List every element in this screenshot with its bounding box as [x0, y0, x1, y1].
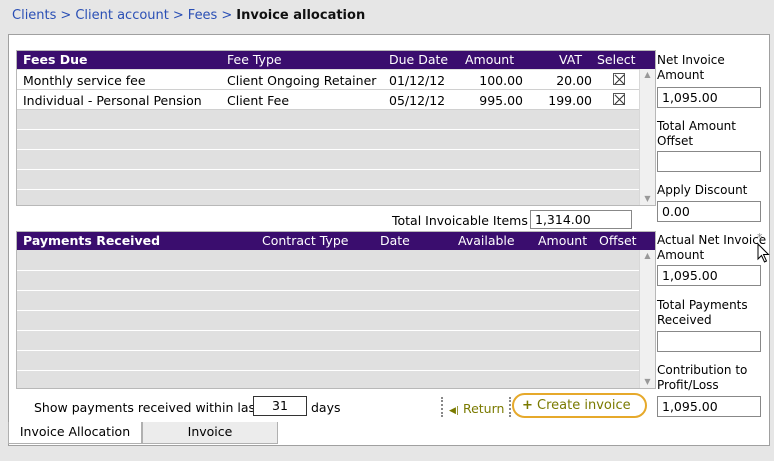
scroll-down-icon[interactable]: ▼: [640, 376, 655, 388]
empty-row: [17, 271, 639, 291]
scroll-up-icon[interactable]: ▲: [640, 69, 655, 81]
column-offset[interactable]: Offset: [599, 233, 637, 248]
column-vat[interactable]: VAT: [559, 52, 582, 67]
fee-type: Client Fee: [227, 93, 290, 108]
create-invoice-label: Create invoice: [537, 398, 631, 413]
column-due-date[interactable]: Due Date: [389, 52, 448, 67]
fee-vat: 20.00: [556, 73, 592, 88]
mouse-pointer-icon: [757, 243, 770, 263]
payments-received-title: Payments Received: [23, 233, 161, 248]
fees-due-title: Fees Due: [23, 52, 88, 67]
fee-row[interactable]: Monthly service fee Client Ongoing Retai…: [17, 70, 639, 90]
payments-filter-label: Show payments received within last: [34, 400, 260, 415]
fee-vat: 199.00: [548, 93, 592, 108]
empty-row: [17, 351, 639, 371]
column-amount[interactable]: Amount: [538, 233, 587, 248]
fee-select-checkbox[interactable]: [613, 73, 625, 85]
fee-type: Client Ongoing Retainer: [227, 73, 377, 88]
scroll-up-icon[interactable]: ▲: [640, 250, 655, 262]
total-amount-offset-field: [657, 151, 761, 172]
empty-row: [17, 311, 639, 331]
fee-amount: 100.00: [479, 73, 523, 88]
tab-invoice-allocation[interactable]: Invoice Allocation: [8, 422, 142, 444]
actual-net-invoice-amount-label: Actual Net Invoice Amount: [657, 233, 767, 262]
breadcrumb-client-account-link[interactable]: Client account: [75, 8, 169, 23]
fee-name: Monthly service fee: [23, 73, 146, 88]
total-invoicable-label: Total Invoicable Items: [392, 213, 528, 228]
contribution-field: 1,095.00: [657, 396, 761, 417]
return-button[interactable]: ◀| Return: [449, 401, 504, 416]
toolbar-divider: [509, 397, 511, 417]
column-contract-type[interactable]: Contract Type: [262, 233, 348, 248]
fees-due-header: Fees Due Fee Type Due Date Amount VAT Se…: [17, 51, 655, 69]
tab-invoice[interactable]: Invoice: [142, 422, 278, 444]
return-label: Return: [462, 401, 505, 416]
total-amount-offset-label: Total Amount Offset: [657, 119, 736, 148]
net-invoice-amount-field: 1,095.00: [657, 87, 761, 108]
payments-received-header: Payments Received Contract Type Date Ava…: [17, 232, 655, 250]
empty-row: [17, 251, 639, 271]
apply-discount-label: Apply Discount: [657, 183, 748, 197]
empty-row: [17, 170, 639, 190]
return-icon: ◀|: [449, 406, 459, 416]
empty-row: [17, 130, 639, 150]
days-input[interactable]: 31: [253, 396, 307, 416]
actual-net-invoice-amount-field: 1,095.00: [657, 265, 761, 286]
fee-due-date: 01/12/12: [389, 73, 446, 88]
column-date[interactable]: Date: [380, 233, 410, 248]
net-invoice-amount-label: Net Invoice Amount: [657, 53, 725, 82]
payments-scrollbar[interactable]: ▲ ▼: [639, 250, 655, 388]
column-fee-type[interactable]: Fee Type: [227, 52, 282, 67]
empty-row: [17, 150, 639, 170]
breadcrumb: Clients > Client account > Fees > Invoice allo…: [12, 8, 365, 23]
fee-amount: 995.00: [479, 93, 523, 108]
column-amount[interactable]: Amount: [465, 52, 514, 67]
breadcrumb-fees-link[interactable]: Fees: [188, 8, 218, 23]
empty-row: [17, 291, 639, 311]
contribution-label: Contribution to Profit/Loss: [657, 363, 748, 392]
scroll-down-icon[interactable]: ▼: [640, 193, 655, 205]
fees-due-grid: Fees Due Fee Type Due Date Amount VAT Se…: [16, 50, 656, 206]
toolbar-divider: [441, 397, 443, 417]
plus-icon: +: [522, 398, 533, 413]
fee-name: Individual - Personal Pension: [23, 93, 202, 108]
total-invoicable-field: 1,314.00: [530, 210, 632, 229]
empty-row: [17, 331, 639, 351]
breadcrumb-clients-link[interactable]: Clients: [12, 8, 56, 23]
fee-due-date: 05/12/12: [389, 93, 446, 108]
invoice-allocation-panel: Fees Due Fee Type Due Date Amount VAT Se…: [8, 34, 770, 446]
page-title: Invoice allocation: [236, 8, 366, 23]
empty-row: [17, 110, 639, 130]
create-invoice-button[interactable]: + Create invoice: [512, 393, 647, 418]
apply-discount-input[interactable]: 0.00: [657, 201, 761, 222]
days-unit-label: days: [311, 400, 341, 415]
breadcrumb-separator: >: [172, 8, 184, 23]
payments-received-grid: Payments Received Contract Type Date Ava…: [16, 231, 656, 389]
total-payments-received-field: [657, 331, 761, 352]
breadcrumb-separator: >: [221, 8, 233, 23]
column-select[interactable]: Select: [597, 52, 636, 67]
breadcrumb-separator: >: [60, 8, 72, 23]
fee-row[interactable]: Individual - Personal Pension Client Fee…: [17, 90, 639, 110]
column-available[interactable]: Available: [458, 233, 515, 248]
total-payments-received-label: Total Payments Received: [657, 298, 748, 327]
fees-due-scrollbar[interactable]: ▲ ▼: [639, 69, 655, 205]
fee-select-checkbox[interactable]: [613, 93, 625, 105]
